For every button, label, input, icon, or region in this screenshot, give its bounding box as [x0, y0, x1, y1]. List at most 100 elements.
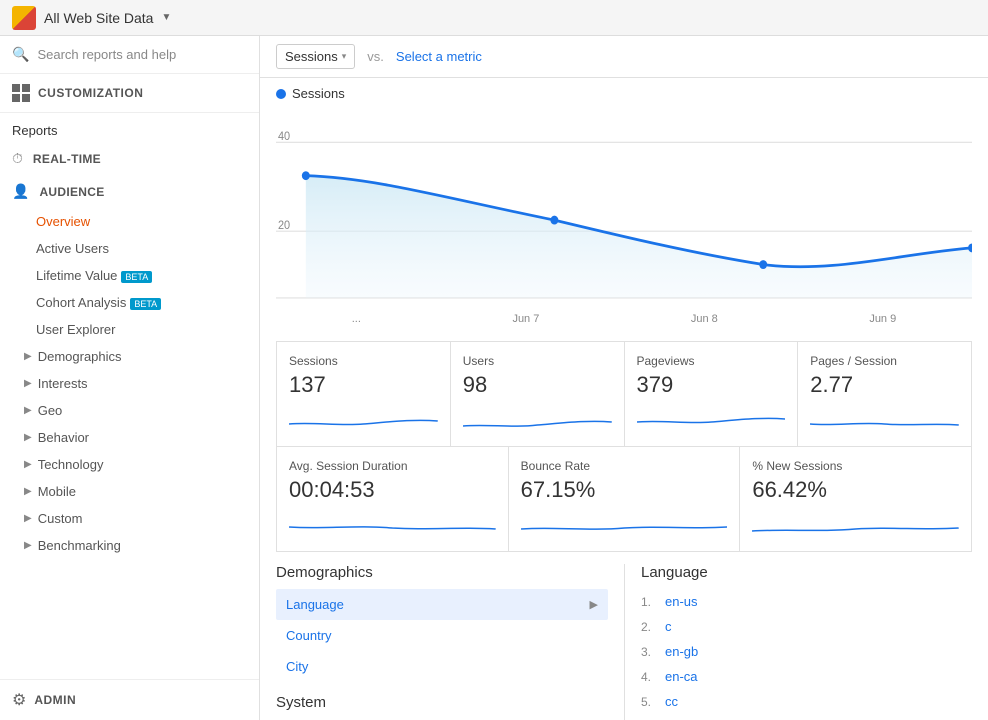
mobile-expand-icon: ▶ [24, 486, 32, 497]
metric-bounce-rate: Bounce Rate 67.15% [509, 447, 741, 552]
metric-pages-session-label: Pages / Session [810, 354, 959, 368]
top-bar: All Web Site Data ▼ [0, 0, 988, 36]
metric-pages-session: Pages / Session 2.77 [798, 341, 972, 447]
list-item: 5. cc [641, 689, 972, 714]
metric-new-sessions-label: % New Sessions [752, 459, 959, 473]
realtime-icon: ⏱ [12, 150, 23, 167]
technology-label: Technology [38, 457, 104, 472]
sidebar-item-realtime[interactable]: ⏱ REAL-TIME [0, 142, 259, 175]
site-dropdown-arrow[interactable]: ▼ [161, 12, 171, 23]
demo-link-language[interactable]: Language ▶ [276, 589, 608, 620]
demo-link-city[interactable]: City [276, 651, 608, 682]
sidebar-item-mobile[interactable]: ▶ Mobile [0, 478, 259, 505]
svg-text:40: 40 [278, 131, 290, 144]
lang-num-5: 5. [641, 695, 659, 709]
metric-users-value: 98 [463, 372, 612, 398]
customization-section[interactable]: CUSTOMIZATION [0, 74, 259, 113]
benchmarking-label: Benchmarking [38, 538, 121, 553]
metric-bounce-sparkline [521, 509, 728, 539]
sidebar-item-geo[interactable]: ▶ Geo [0, 397, 259, 424]
svg-text:20: 20 [278, 220, 290, 233]
sidebar-item-user-explorer[interactable]: User Explorer [0, 316, 259, 343]
language-table-title: Language [641, 564, 972, 581]
sidebar-item-lifetime-value[interactable]: Lifetime ValueBETA [0, 262, 259, 289]
sidebar-item-interests[interactable]: ▶ Interests [0, 370, 259, 397]
interests-expand-icon: ▶ [24, 378, 32, 389]
sidebar-item-overview[interactable]: Overview [0, 208, 259, 235]
content-header: Sessions ▾ vs. Select a metric [260, 36, 988, 78]
metric-pageviews-label: Pageviews [637, 354, 786, 368]
metric-sessions-value: 137 [289, 372, 438, 398]
sidebar: 🔍 Search reports and help CUSTOMIZATION … [0, 36, 260, 720]
metric-pageviews-value: 379 [637, 372, 786, 398]
metric-avg-label: Avg. Session Duration [289, 459, 496, 473]
metric-pageviews: Pageviews 379 [625, 341, 799, 447]
x-label-3: Jun 9 [869, 313, 896, 325]
gear-icon: ⚙ [12, 690, 26, 710]
search-icon: 🔍 [12, 46, 29, 63]
reports-header: Reports [0, 113, 259, 142]
metric-pages-session-value: 2.77 [810, 372, 959, 398]
behavior-expand-icon: ▶ [24, 432, 32, 443]
admin-section[interactable]: ⚙ ADMIN [0, 679, 259, 720]
customization-label: CUSTOMIZATION [38, 86, 143, 100]
sidebar-item-audience[interactable]: 👤 AUDIENCE [0, 175, 259, 208]
metric-users: Users 98 [451, 341, 625, 447]
interests-label: Interests [38, 376, 88, 391]
lang-value-2[interactable]: c [665, 619, 672, 634]
list-item: 3. en-gb [641, 639, 972, 664]
select-metric-link[interactable]: Select a metric [396, 49, 482, 64]
chart-area: Sessions 40 [260, 78, 988, 329]
sidebar-item-technology[interactable]: ▶ Technology [0, 451, 259, 478]
language-arrow-icon: ▶ [590, 598, 598, 611]
language-list: 1. en-us 2. c 3. en-gb 4. en-ca [641, 589, 972, 714]
lang-value-3[interactable]: en-gb [665, 644, 698, 659]
list-item: 2. c [641, 614, 972, 639]
lifetime-value-beta: BETA [121, 271, 152, 283]
sidebar-item-cohort-analysis[interactable]: Cohort AnalysisBETA [0, 289, 259, 316]
metric-new-sessions-sparkline [752, 509, 959, 539]
lang-num-3: 3. [641, 645, 659, 659]
demo-link-country[interactable]: Country [276, 620, 608, 651]
metric-users-sparkline [463, 404, 612, 434]
demo-link-country-label: Country [286, 628, 332, 643]
list-item: 4. en-ca [641, 664, 972, 689]
metric-sessions: Sessions 137 [277, 341, 451, 447]
admin-label: ADMIN [34, 693, 76, 707]
metrics-bottom-grid: Avg. Session Duration 00:04:53 Bounce Ra… [276, 447, 972, 552]
sidebar-item-demographics[interactable]: ▶ Demographics [0, 343, 259, 370]
metric-sessions-sparkline [289, 404, 438, 434]
x-axis-labels: ... Jun 7 Jun 8 Jun 9 [276, 309, 972, 329]
demographics-expand-icon: ▶ [24, 351, 32, 362]
lang-num-4: 4. [641, 670, 659, 684]
metrics-top-grid: Sessions 137 Users 98 Pageviews [276, 341, 972, 447]
search-input-placeholder[interactable]: Search reports and help [37, 47, 176, 62]
custom-expand-icon: ▶ [24, 513, 32, 524]
metric-bounce-value: 67.15% [521, 477, 728, 503]
lang-num-2: 2. [641, 620, 659, 634]
sidebar-item-benchmarking[interactable]: ▶ Benchmarking [0, 532, 259, 559]
sessions-dropdown-label: Sessions [285, 49, 338, 64]
metric-sessions-label: Sessions [289, 354, 438, 368]
site-title[interactable]: All Web Site Data [44, 10, 153, 26]
cohort-beta: BETA [130, 298, 161, 310]
technology-expand-icon: ▶ [24, 459, 32, 470]
sidebar-item-custom[interactable]: ▶ Custom [0, 505, 259, 532]
custom-label: Custom [38, 511, 83, 526]
demo-link-city-label: City [286, 659, 308, 674]
lang-value-4[interactable]: en-ca [665, 669, 698, 684]
audience-icon: 👤 [12, 183, 29, 200]
sidebar-item-behavior[interactable]: ▶ Behavior [0, 424, 259, 451]
sessions-dropdown[interactable]: Sessions ▾ [276, 44, 355, 69]
main-content: Sessions ▾ vs. Select a metric Sessions [260, 36, 988, 720]
lang-num-1: 1. [641, 595, 659, 609]
sidebar-item-active-users[interactable]: Active Users [0, 235, 259, 262]
search-bar[interactable]: 🔍 Search reports and help [0, 36, 259, 74]
chart-container: 40 20 [276, 109, 972, 309]
metric-pages-session-sparkline [810, 404, 959, 434]
vs-label: vs. [367, 49, 384, 64]
lang-value-1[interactable]: en-us [665, 594, 698, 609]
lang-value-5[interactable]: cc [665, 694, 678, 709]
demographics-label: Demographics [38, 349, 122, 364]
metric-avg-sparkline [289, 509, 496, 539]
